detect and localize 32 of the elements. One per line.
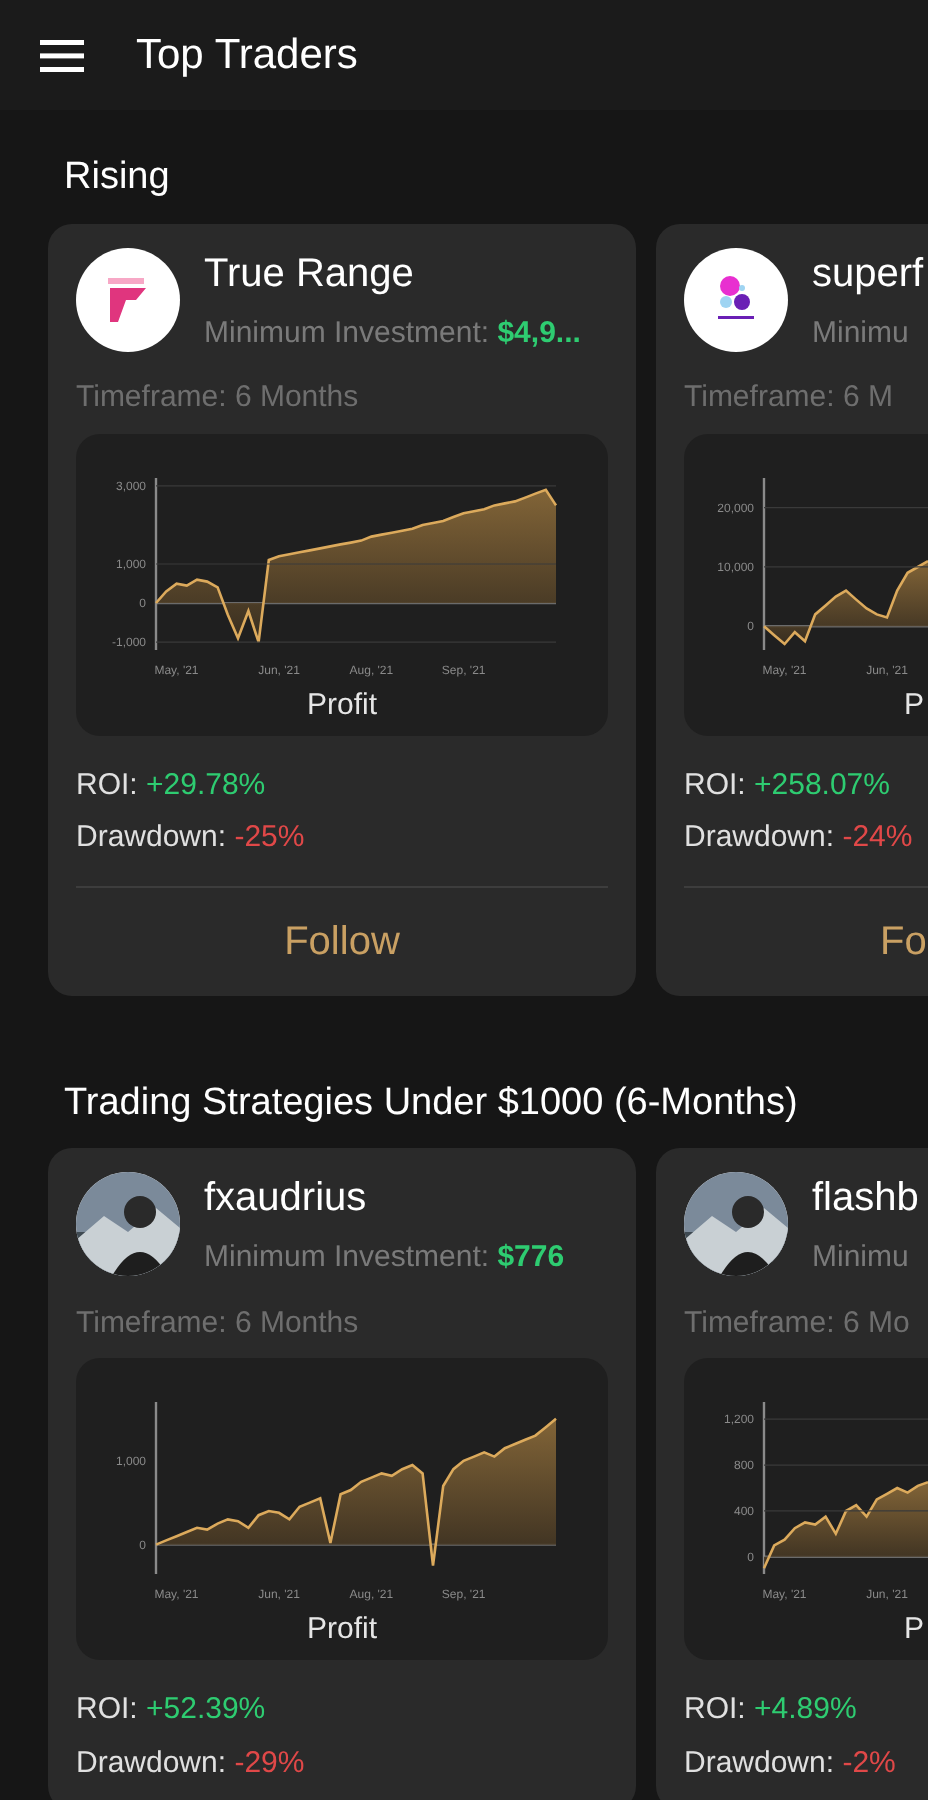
drawdown-text: Drawdown: -29% (76, 1743, 307, 1783)
trader-name: superf (812, 249, 924, 299)
drawdown-text: Drawdown: -24% (684, 818, 915, 858)
app-title: Top Traders (136, 29, 358, 82)
minimum-investment: Minimu (812, 313, 911, 353)
drawdown-text: Drawdown: -2% (684, 1743, 898, 1783)
roi-text: ROI: +52.39% (76, 1690, 268, 1730)
roi-text: ROI: +258.07% (684, 765, 892, 805)
timeframe-label: Timeframe: 6 Mo (684, 1303, 912, 1343)
logo (76, 247, 180, 351)
minimum-investment: Minimum Investment: $4,9... (204, 313, 581, 353)
trader-name: fxaudrius (204, 1174, 369, 1224)
trader-name: True Range (204, 249, 416, 299)
trader-name: flashb (812, 1174, 919, 1224)
timeframe-label: Timeframe: 6 Months (76, 1303, 361, 1343)
roi-text: ROI: +4.89% (684, 1690, 859, 1730)
timeframe-label: Timeframe: 6 Months (76, 378, 361, 418)
chart-title: Profit (306, 689, 377, 719)
logo (684, 247, 788, 351)
timeframe-label: Timeframe: 6 M (684, 378, 895, 418)
chart-title: Profit (306, 1614, 377, 1644)
chart-title: P (904, 689, 925, 719)
menu-icon[interactable] (40, 39, 84, 71)
minimum-investment: Minimu (812, 1238, 911, 1278)
roi-text: ROI: +29.78% (76, 765, 268, 805)
follow-button[interactable]: Follow (284, 911, 400, 971)
minimum-investment: Minimum Investment: $776 (204, 1238, 565, 1278)
drawdown-text: Drawdown: -25% (76, 818, 307, 858)
chart-title: P (904, 1614, 925, 1644)
follow-button[interactable]: Fo (880, 911, 927, 971)
section-title: Trading Strategies Under $1000 (6-Months) (62, 1079, 800, 1127)
section-title: Rising (62, 154, 172, 202)
